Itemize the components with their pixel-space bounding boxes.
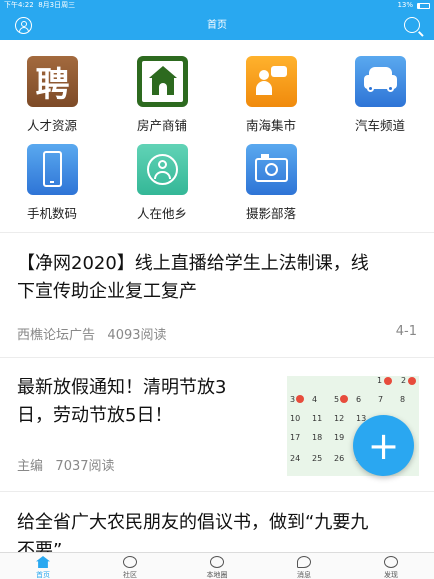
discover-icon	[384, 556, 398, 568]
status-time: 下午4:22	[4, 1, 34, 9]
news-source: 西樵论坛广告	[17, 328, 96, 343]
person-icon	[137, 144, 188, 195]
grid-label: 人在他乡	[136, 206, 187, 221]
car-icon	[355, 56, 406, 107]
news-title[interactable]: 最新放假通知！清明节放3 日，劳动节放5日！	[17, 374, 279, 430]
divider	[0, 357, 434, 358]
grid-item-phone[interactable]: 手机数码	[2, 140, 102, 221]
house-icon	[137, 56, 188, 107]
divider	[0, 232, 434, 233]
grid-item-car[interactable]: 汽车频道	[330, 52, 430, 133]
tab-messages[interactable]: 消息	[261, 553, 347, 579]
page-title: 首页	[207, 20, 227, 31]
market-icon	[246, 56, 297, 107]
community-icon	[123, 556, 137, 568]
status-right: 13%	[397, 0, 430, 11]
news-reads: 4093阅读	[107, 328, 167, 343]
message-icon	[297, 556, 311, 568]
bottom-tab-bar: 首页 社区 本地圈 消息 发现	[0, 552, 434, 579]
tab-label: 本地圈	[206, 571, 228, 579]
news-title-line: 最新放假通知！清明节放3	[17, 377, 227, 398]
search-icon[interactable]	[404, 17, 420, 33]
news-reads: 7037阅读	[55, 459, 115, 474]
tab-community[interactable]: 社区	[87, 553, 173, 579]
home-icon	[36, 556, 50, 568]
tab-discover[interactable]: 发现	[348, 553, 434, 579]
news-title[interactable]: 【净网2020】线上直播给学生上法制课，线 下宣传助企业复工复产	[17, 250, 369, 306]
battery-percent: 13%	[397, 1, 413, 9]
tab-label: 发现	[384, 571, 398, 579]
status-bar: 下午4:22 8月3日周三 13%	[0, 0, 434, 11]
divider	[0, 491, 434, 492]
grid-item-photo[interactable]: 摄影部落	[221, 140, 321, 221]
grid-label: 人才资源	[26, 118, 77, 133]
tab-local[interactable]: 本地圈	[174, 553, 260, 579]
grid-label: 摄影部落	[245, 206, 296, 221]
status-date: 8月3日周三	[38, 1, 76, 9]
news-title-line: 日，劳动节放5日！	[17, 405, 173, 426]
recruit-icon: 聘	[27, 56, 78, 107]
grid-item-house[interactable]: 房产商铺	[112, 52, 212, 133]
tab-label: 社区	[123, 571, 137, 579]
news-title-line: 下宣传助企业复工复产	[17, 281, 197, 302]
grid-label: 南海集市	[245, 118, 296, 133]
local-circle-icon	[210, 556, 224, 568]
app-header: 首页	[0, 11, 434, 40]
grid-item-market[interactable]: 南海集市	[221, 52, 321, 133]
news-source: 主编	[17, 459, 44, 474]
news-title-line: 给全省广大农民朋友的倡议书，做到“九要九	[17, 512, 369, 533]
tab-home[interactable]: 首页	[0, 553, 86, 579]
tab-label: 首页	[36, 571, 50, 579]
grid-item-abroad[interactable]: 人在他乡	[112, 140, 212, 221]
status-time-date: 下午4:22 8月3日周三	[4, 0, 75, 11]
news-meta: 主编 7037阅读	[17, 455, 115, 474]
camera-icon	[246, 144, 297, 195]
grid-label: 汽车频道	[354, 118, 405, 133]
tab-label: 消息	[297, 571, 311, 579]
grid-label: 房产商铺	[136, 118, 187, 133]
news-meta: 西樵论坛广告 4093阅读	[17, 324, 167, 343]
grid-label: 手机数码	[26, 206, 77, 221]
add-post-button[interactable]: +	[353, 415, 414, 476]
news-title-line: 【净网2020】线上直播给学生上法制课，线	[17, 253, 369, 274]
phone-icon	[27, 144, 78, 195]
battery-icon	[417, 2, 430, 9]
recruit-glyph: 聘	[35, 65, 70, 105]
grid-item-talent[interactable]: 聘 人才资源	[2, 52, 102, 133]
news-date: 4-1	[395, 324, 417, 339]
plus-icon: +	[367, 423, 400, 468]
